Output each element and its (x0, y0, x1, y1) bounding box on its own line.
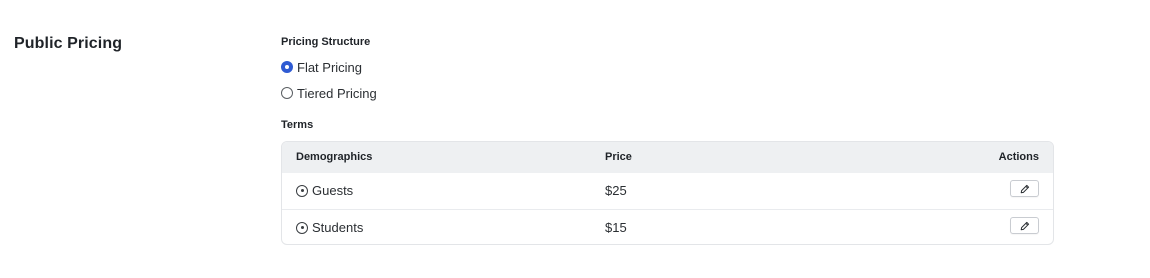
radio-tiered-pricing[interactable]: Tiered Pricing (281, 84, 377, 102)
radio-unselected-icon[interactable] (281, 87, 293, 99)
terms-label: Terms (281, 119, 314, 131)
column-header-price: Price (605, 151, 632, 163)
terms-table: Demographics Price Actions Guests $25 St… (281, 141, 1054, 245)
radio-label-tiered: Tiered Pricing (297, 85, 377, 101)
demographic-label: Guests (312, 183, 354, 198)
radio-selected-icon[interactable] (281, 61, 293, 73)
edit-button[interactable] (1010, 180, 1039, 197)
pricing-structure-label: Pricing Structure (281, 36, 371, 48)
demographic-label: Students (312, 220, 364, 235)
table-row: Students $15 (282, 210, 1053, 244)
column-header-actions: Actions (998, 151, 1039, 163)
radio-flat-pricing[interactable]: Flat Pricing (281, 58, 362, 76)
table-header: Demographics Price Actions (282, 142, 1053, 173)
table-row: Guests $25 (282, 173, 1053, 210)
target-icon (296, 184, 308, 197)
edit-button[interactable] (1010, 217, 1039, 234)
target-icon (296, 221, 308, 234)
pencil-icon (1020, 184, 1029, 193)
price-cell: $15 (605, 220, 627, 235)
section-title: Public Pricing (14, 35, 123, 52)
demographic-cell: Students (296, 220, 363, 235)
demographic-cell: Guests (296, 183, 353, 198)
radio-label-flat: Flat Pricing (297, 59, 363, 75)
column-header-demographics: Demographics (296, 151, 373, 163)
pencil-icon (1020, 221, 1029, 230)
price-cell: $25 (605, 183, 627, 198)
